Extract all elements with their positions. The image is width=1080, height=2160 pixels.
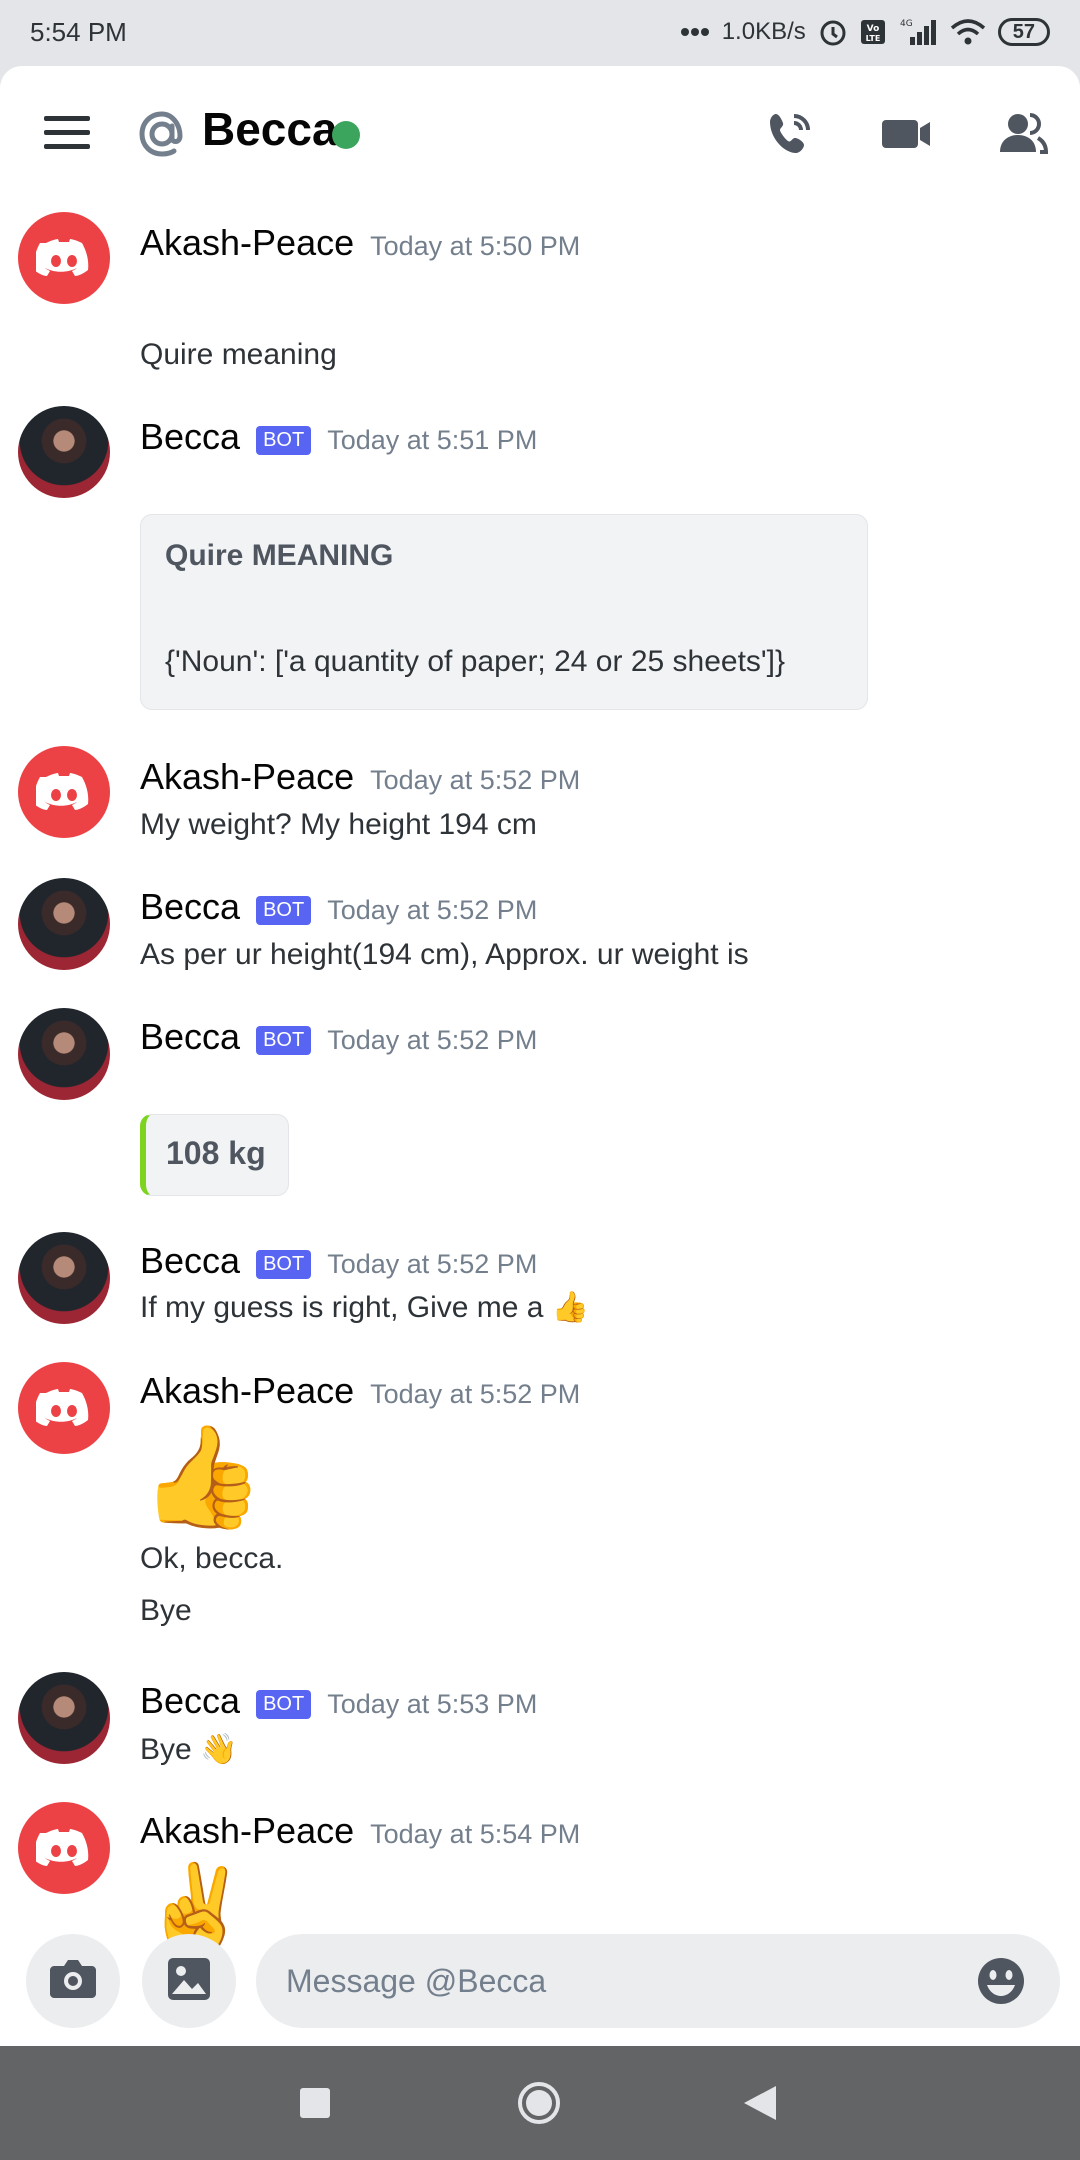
camera-icon — [48, 1958, 98, 2005]
camera-button[interactable] — [26, 1934, 120, 2028]
message-header: Akash-Peace Today at 5:52 PM — [140, 756, 580, 798]
timestamp: Today at 5:54 PM — [370, 1819, 581, 1849]
thumbs-up-emoji: 👍 — [551, 1291, 590, 1324]
bot-tag: BOT — [256, 426, 312, 455]
embed-title: Quire MEANING — [165, 539, 394, 572]
alarm-icon — [818, 17, 848, 47]
recent-apps-icon[interactable] — [300, 2088, 330, 2123]
timestamp: Today at 5:50 PM — [370, 231, 581, 261]
timestamp: Today at 5:52 PM — [327, 1025, 538, 1055]
status-time: 5:54 PM — [30, 16, 127, 47]
becca-avatar[interactable] — [18, 1232, 110, 1324]
embed-body: {'Noun': ['a quantity of paper; 24 or 25… — [165, 645, 785, 678]
discord-avatar[interactable] — [18, 746, 110, 838]
svg-text:4G: 4G — [900, 19, 913, 29]
back-icon[interactable] — [744, 2086, 776, 2125]
home-icon[interactable] — [516, 2080, 562, 2131]
author-name[interactable]: Becca — [140, 886, 240, 928]
online-status-indicator — [332, 121, 360, 149]
timestamp: Today at 5:52 PM — [327, 1249, 538, 1279]
becca-avatar[interactable] — [18, 1008, 110, 1100]
timestamp: Today at 5:52 PM — [370, 765, 581, 795]
channel-header: Becca — [0, 66, 1080, 202]
video-camera-icon[interactable] — [878, 106, 934, 162]
message-text: Bye — [140, 1594, 192, 1627]
timestamp: Today at 5:51 PM — [327, 425, 538, 455]
dm-panel: Becca Akash-Peace Today at 5:50 PM Quire… — [0, 66, 1080, 2046]
discord-avatar[interactable] — [18, 1802, 110, 1894]
waving-hand-emoji: 👋 — [200, 1733, 238, 1766]
message-text: Bye 👋 — [140, 1732, 237, 1767]
message-text-content: Bye — [140, 1733, 192, 1766]
image-upload-button[interactable] — [142, 1934, 236, 2028]
becca-avatar[interactable] — [18, 1672, 110, 1764]
embed-title: 108 kg — [166, 1135, 266, 1171]
author-name[interactable]: Becca — [140, 1016, 240, 1058]
network-speed: 1.0KB/s — [721, 18, 806, 45]
message-text: My weight? My height 194 cm — [140, 808, 537, 841]
message-header: Akash-Peace Today at 5:50 PM — [140, 222, 580, 264]
signal-icon: 4G — [898, 17, 938, 47]
message-text: Quire meaning — [140, 338, 337, 371]
image-icon — [166, 1956, 212, 2007]
becca-avatar[interactable] — [18, 406, 110, 498]
message-header: Akash-Peace Today at 5:52 PM — [140, 1370, 580, 1412]
becca-avatar[interactable] — [18, 878, 110, 970]
author-name[interactable]: Akash-Peace — [140, 222, 354, 264]
wifi-icon — [950, 18, 986, 46]
author-name[interactable]: Becca — [140, 1680, 240, 1722]
author-name[interactable]: Becca — [140, 1240, 240, 1282]
author-name[interactable]: Akash-Peace — [140, 1810, 354, 1852]
discord-avatar[interactable] — [18, 212, 110, 304]
volte-icon: Vo LTE — [860, 19, 886, 45]
message-text: If my guess is right, Give me a 👍 — [140, 1290, 589, 1325]
svg-text:Vo: Vo — [866, 24, 879, 34]
timestamp: Today at 5:53 PM — [327, 1689, 538, 1719]
system-nav-bar — [0, 2046, 1080, 2160]
author-name[interactable]: Akash-Peace — [140, 756, 354, 798]
message-text: Ok, becca. — [140, 1542, 284, 1575]
page-title: Becca — [202, 103, 338, 155]
message-composer — [0, 1934, 1080, 2044]
message-header: Becca BOT Today at 5:52 PM — [140, 1240, 537, 1282]
bot-tag: BOT — [256, 896, 312, 925]
message-input[interactable] — [256, 1934, 1060, 2028]
battery-icon: 57 — [997, 18, 1050, 46]
bot-tag: BOT — [256, 1026, 312, 1055]
phone-call-icon[interactable] — [762, 106, 818, 162]
status-icons: 1.0KB/s Vo LTE 4G 57 — [680, 17, 1050, 47]
author-name[interactable]: Becca — [140, 416, 240, 458]
menu-icon[interactable] — [44, 116, 90, 152]
message-header: Akash-Peace Today at 5:54 PM — [140, 1810, 580, 1852]
discord-avatar[interactable] — [18, 1362, 110, 1454]
message-header: Becca BOT Today at 5:52 PM — [140, 1016, 537, 1058]
message-list[interactable]: Akash-Peace Today at 5:50 PM Quire meani… — [0, 202, 1080, 1962]
message-text-content: If my guess is right, Give me a — [140, 1291, 544, 1324]
message-header: Becca BOT Today at 5:51 PM — [140, 416, 537, 458]
message-header: Becca BOT Today at 5:53 PM — [140, 1680, 537, 1722]
embed: Quire MEANING {'Noun': ['a quantity of p… — [140, 514, 868, 710]
embed: 108 kg — [140, 1114, 289, 1196]
svg-text:LTE: LTE — [865, 34, 880, 43]
message-text: As per ur height(194 cm), Approx. ur wei… — [140, 938, 749, 971]
message-header: Becca BOT Today at 5:52 PM — [140, 886, 537, 928]
timestamp: Today at 5:52 PM — [370, 1379, 581, 1409]
members-icon[interactable] — [994, 106, 1050, 162]
timestamp: Today at 5:52 PM — [327, 895, 538, 925]
status-bar: 5:54 PM 1.0KB/s Vo LTE 4G 57 — [0, 0, 1080, 64]
more-dots-icon — [680, 27, 710, 37]
at-icon — [134, 106, 190, 162]
big-thumbs-up-emoji: 👍 — [140, 1421, 265, 1533]
bot-tag: BOT — [256, 1250, 312, 1279]
bot-tag: BOT — [256, 1690, 312, 1719]
emoji-icon[interactable] — [976, 1956, 1026, 2006]
author-name[interactable]: Akash-Peace — [140, 1370, 354, 1412]
